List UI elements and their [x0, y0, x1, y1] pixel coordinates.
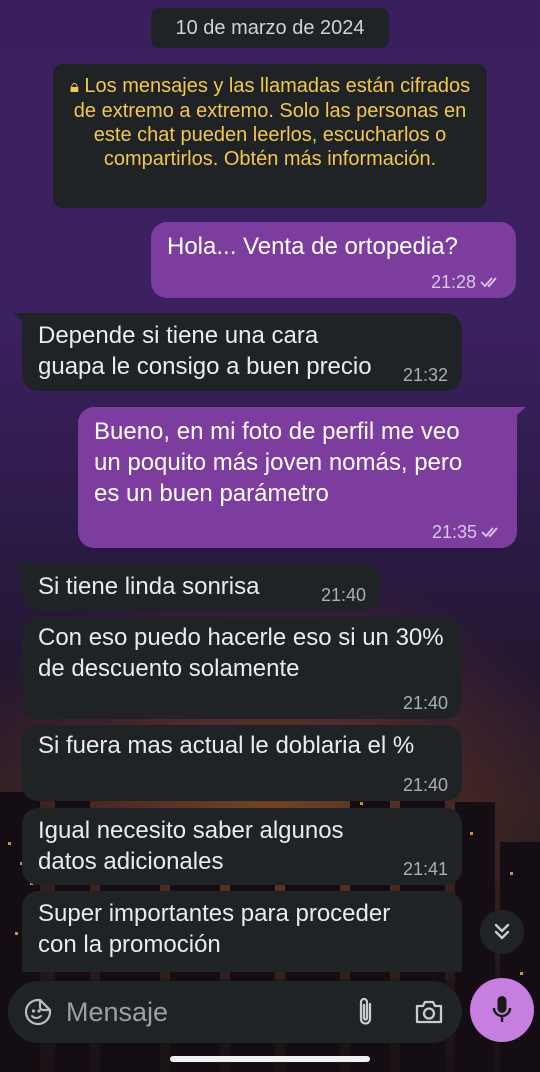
message-text: Con eso puedo hacerle eso si un 30% de d…	[38, 624, 444, 682]
message-bubble-incoming[interactable]: Si tiene linda sonrisa 21:40	[13, 563, 380, 611]
scroll-to-bottom-button[interactable]	[480, 910, 524, 954]
read-receipt-icon	[481, 527, 498, 538]
message-list[interactable]: 10 de marzo de 2024 🔒︎ Los mensajes y la…	[0, 0, 540, 972]
double-chevron-down-icon	[494, 923, 510, 940]
message-input[interactable]	[66, 993, 336, 1031]
message-text: Depende si tiene una cara guapa le consi…	[38, 322, 372, 380]
camera-icon[interactable]	[414, 998, 444, 1026]
encryption-notice-text: Los mensajes y las llamadas están cifrad…	[73, 75, 471, 170]
message-bubble-incoming[interactable]: Si fuera mas actual le doblaria el % 21:…	[22, 725, 462, 801]
message-time: 21:28	[430, 272, 476, 292]
read-receipt-icon	[480, 277, 497, 288]
message-text: Super importantes para proceder con la p…	[38, 900, 391, 958]
message-text: Hola... Venta de ortopedia?	[167, 233, 458, 260]
sticker-icon[interactable]	[24, 998, 52, 1026]
message-bubble-incoming[interactable]: Super importantes para proceder con la p…	[22, 891, 462, 972]
message-time: 21:40	[402, 693, 448, 713]
date-separator: 10 de marzo de 2024	[151, 8, 389, 48]
microphone-icon	[492, 996, 512, 1022]
message-text: Bueno, en mi foto de perfil me veo un po…	[94, 418, 463, 507]
message-time: 21:32	[402, 365, 448, 385]
lock-icon: 🔒︎	[69, 77, 79, 96]
message-time: 21:40	[320, 585, 366, 605]
message-bubble-incoming[interactable]: Igual necesito saber algunos datos adici…	[22, 808, 462, 885]
paperclip-icon[interactable]	[354, 996, 378, 1028]
message-time: 21:40	[402, 775, 448, 795]
message-time: 21:35	[431, 522, 477, 542]
voice-message-button[interactable]	[470, 978, 534, 1042]
gesture-navigation-bar[interactable]	[170, 1056, 370, 1062]
message-bubble-outgoing[interactable]: Bueno, en mi foto de perfil me veo un po…	[78, 407, 526, 548]
message-bubble-incoming[interactable]: Con eso puedo hacerle eso si un 30% de d…	[22, 617, 462, 719]
message-composer	[8, 981, 462, 1043]
message-time: 21:41	[402, 859, 448, 879]
message-text: Si fuera mas actual le doblaria el %	[38, 732, 415, 759]
message-text: Si tiene linda sonrisa	[38, 573, 260, 600]
message-text: Igual necesito saber algunos datos adici…	[38, 817, 344, 875]
encryption-notice[interactable]: 🔒︎ Los mensajes y las llamadas están cif…	[53, 64, 487, 208]
message-bubble-incoming[interactable]: Depende si tiene una cara guapa le consi…	[13, 313, 462, 391]
message-bubble-outgoing[interactable]: Hola... Venta de ortopedia? 21:28	[151, 222, 516, 298]
